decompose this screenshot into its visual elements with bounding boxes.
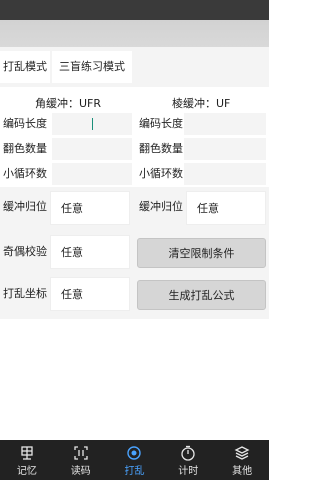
timer-icon: [180, 444, 196, 462]
edge-flip-count-input[interactable]: [184, 138, 266, 160]
edge-buffer-header: 棱缓冲：UF: [172, 97, 231, 110]
nav-memory[interactable]: 记忆: [0, 444, 53, 477]
nav-scramble-label: 打乱: [124, 465, 145, 477]
nav-timer[interactable]: 计时: [162, 444, 215, 477]
nav-other-label: 其他: [232, 465, 253, 477]
memory-icon: [19, 444, 35, 462]
clear-conditions-button[interactable]: 清空限制条件: [137, 238, 266, 268]
nav-read-code-label: 读码: [70, 465, 91, 477]
scramble-icon: [126, 444, 142, 462]
edge-buffer-restore-select[interactable]: 任意: [186, 191, 266, 225]
nav-scramble[interactable]: 打乱: [108, 444, 161, 477]
edge-code-length-label: 编码长度: [139, 117, 183, 130]
scramble-coordinate-select[interactable]: 任意: [50, 277, 130, 311]
corner-cycle-count-label: 小循环数: [3, 167, 47, 180]
corner-cycle-count-input[interactable]: [52, 163, 132, 185]
corner-buffer-restore-select[interactable]: 任意: [50, 191, 130, 225]
edge-cycle-count-label: 小循环数: [139, 167, 183, 180]
corner-flip-count-input[interactable]: [52, 138, 132, 160]
text-cursor: [92, 118, 93, 130]
corner-buffer-restore-label: 缓冲归位: [3, 200, 47, 213]
nav-read-code[interactable]: 读码: [54, 444, 107, 477]
parity-select[interactable]: 任意: [50, 235, 130, 269]
nav-other[interactable]: 其他: [216, 444, 269, 477]
scramble-coordinate-label: 打乱坐标: [3, 287, 47, 300]
edge-code-length-input[interactable]: [184, 113, 266, 135]
title-bar: [0, 0, 269, 47]
corner-code-length-input[interactable]: [52, 113, 132, 135]
corner-buffer-header: 角缓冲：UFR: [35, 97, 102, 110]
read-code-icon: [73, 444, 89, 462]
tab-blind-practice-mode[interactable]: 三盲练习模式: [52, 51, 132, 83]
nav-memory-label: 记忆: [16, 465, 37, 477]
bottom-nav: 记忆 读码 打乱 计时 其他: [0, 440, 269, 480]
layers-icon: [234, 444, 250, 462]
nav-timer-label: 计时: [178, 465, 199, 477]
edge-buffer-restore-label: 缓冲归位: [139, 200, 183, 213]
edge-cycle-count-input[interactable]: [184, 163, 266, 185]
corner-code-length-label: 编码长度: [3, 117, 47, 130]
corner-flip-count-label: 翻色数量: [3, 142, 47, 155]
tab-scramble-mode[interactable]: 打乱模式: [0, 51, 50, 83]
generate-scramble-button[interactable]: 生成打乱公式: [137, 280, 266, 310]
mode-row: 打乱模式 三盲练习模式: [0, 47, 269, 87]
edge-flip-count-label: 翻色数量: [139, 142, 183, 155]
parity-label: 奇偶校验: [3, 245, 47, 258]
filter-panel: 角缓冲：UFR 棱缓冲：UF 编码长度 翻色数量 小循环数 编码长度 翻色数量 …: [0, 87, 269, 319]
